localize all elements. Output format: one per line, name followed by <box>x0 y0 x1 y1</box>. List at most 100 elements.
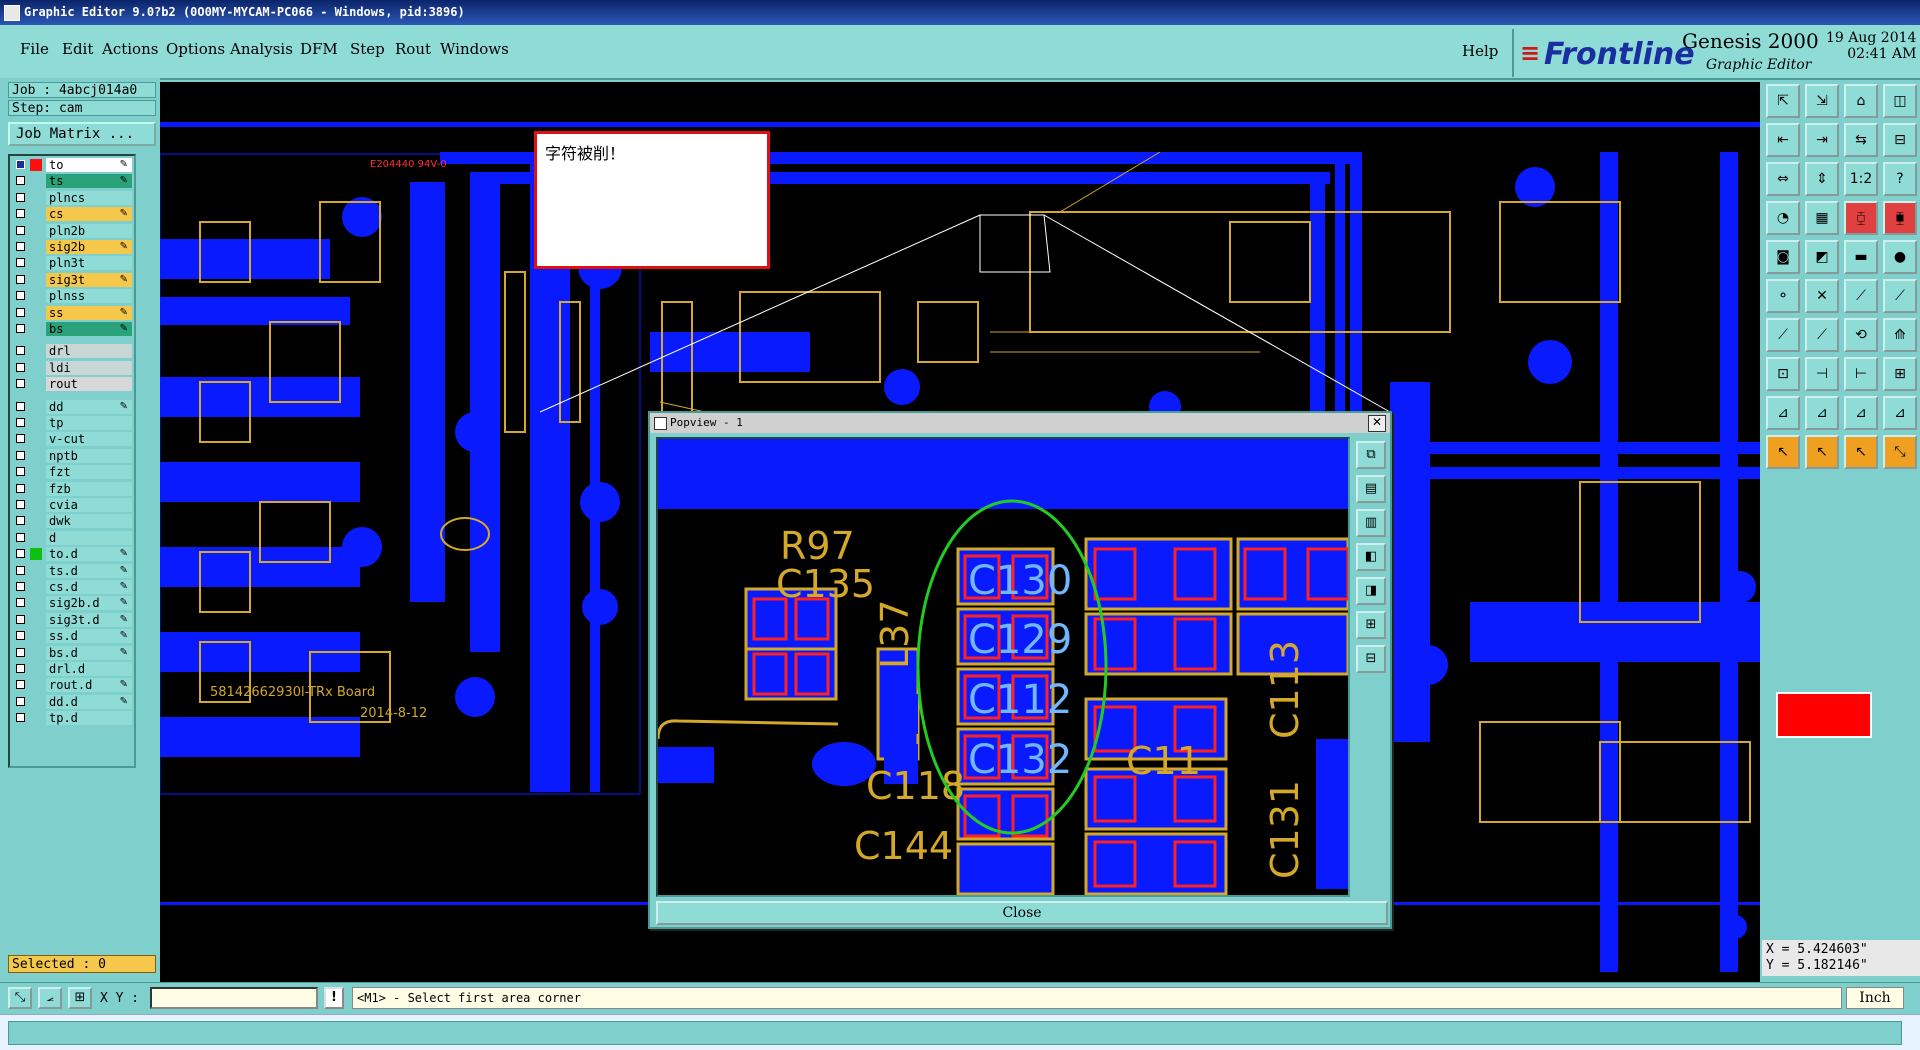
layer-row-dwk[interactable]: dwk <box>12 514 132 529</box>
menu-file[interactable]: File <box>20 40 49 58</box>
layer-checkbox[interactable] <box>16 647 25 657</box>
menu-edit[interactable]: Edit <box>62 40 93 58</box>
layer-checkbox[interactable] <box>16 434 25 444</box>
menu-windows[interactable]: Windows <box>440 40 509 58</box>
job-matrix-button[interactable]: Job Matrix ... <box>8 122 156 146</box>
popview-pan-right-icon[interactable]: ◨ <box>1356 577 1386 605</box>
popview-close-button[interactable]: Close <box>656 901 1388 925</box>
zoom-fit-icon[interactable]: ⇲ <box>1805 84 1839 118</box>
layer-row-ldi[interactable]: ldi <box>12 360 132 375</box>
menu-analysis[interactable]: Analysis <box>230 40 293 58</box>
point-icon[interactable]: ⚬ <box>1766 279 1800 313</box>
scale-icon[interactable]: 1:2 <box>1844 162 1878 196</box>
layer-checkbox[interactable] <box>16 291 25 301</box>
layer-checkbox[interactable] <box>16 307 25 317</box>
layer-row-rout-d[interactable]: rout.d ✎ <box>12 678 132 693</box>
layer-checkbox[interactable] <box>16 242 25 251</box>
measure-icon[interactable]: ⦟ <box>38 987 62 1009</box>
layer-row-plnss[interactable]: plnss <box>12 289 132 304</box>
layer-checkbox[interactable] <box>16 582 25 591</box>
layer-row-ts[interactable]: ts ✎ <box>12 174 132 189</box>
union-icon[interactable]: ⊞ <box>1883 357 1917 391</box>
layer-checkbox[interactable] <box>16 565 25 575</box>
snap-b-icon[interactable]: ⧯ <box>1883 201 1917 235</box>
pad-icon[interactable]: ● <box>1883 240 1917 274</box>
layer-checkbox[interactable] <box>16 614 25 624</box>
layer-row-drl[interactable]: drl <box>12 344 132 359</box>
flip-h-icon[interactable]: ⇔ <box>1766 162 1800 196</box>
layer-checkbox[interactable] <box>16 450 25 460</box>
layer-row-sig3t-d[interactable]: sig3t.d ✎ <box>12 612 132 627</box>
select-box-icon[interactable]: ◩ <box>1805 240 1839 274</box>
triangle-c-icon[interactable]: ⊿ <box>1844 396 1878 430</box>
layer-checkbox[interactable] <box>16 467 25 477</box>
layer-row-cvia[interactable]: cvia <box>12 498 132 512</box>
menu-step[interactable]: Step <box>350 40 385 58</box>
layer-row-tp[interactable]: tp <box>12 416 132 430</box>
layer-checkbox[interactable] <box>16 209 25 219</box>
layer-checkbox[interactable] <box>16 362 25 372</box>
layer-row-to[interactable]: to ✎ <box>12 158 132 172</box>
layer-checkbox[interactable] <box>16 324 25 333</box>
layer-checkbox[interactable] <box>16 225 25 235</box>
layer-checkbox[interactable] <box>16 532 25 542</box>
layer-row-ss-d[interactable]: ss.d ✎ <box>12 629 132 644</box>
layer-row-to-d[interactable]: to.d ✎ <box>12 547 132 562</box>
select-d-icon[interactable]: ⤡ <box>1883 435 1917 469</box>
triangle-b-icon[interactable]: ⊿ <box>1805 396 1839 430</box>
popview-pan-down-icon[interactable]: ▥ <box>1356 509 1386 537</box>
popview-pan-left-icon[interactable]: ◧ <box>1356 543 1386 571</box>
layer-checkbox[interactable] <box>16 192 25 202</box>
layer-checkbox[interactable] <box>16 258 25 268</box>
swap-icon[interactable]: ⇆ <box>1844 123 1878 157</box>
menu-rout[interactable]: Rout <box>395 40 431 58</box>
popview-zoom-out-icon[interactable]: ⊟ <box>1356 645 1386 673</box>
layer-checkbox[interactable] <box>16 379 25 389</box>
pan-right-icon[interactable]: ⇥ <box>1805 123 1839 157</box>
menu-help[interactable]: Help <box>1462 42 1498 60</box>
layer-row-rout[interactable]: rout <box>12 377 132 392</box>
line-b-icon[interactable]: ⟋ <box>1883 279 1917 313</box>
layer-row-pln2b[interactable]: pln2b <box>12 223 132 238</box>
layer-checkbox[interactable] <box>16 418 25 427</box>
rotate-icon[interactable]: ⟲ <box>1844 318 1878 352</box>
triangle-a-icon[interactable]: ⊿ <box>1766 396 1800 430</box>
layer-checkbox[interactable] <box>16 598 25 608</box>
layer-row-bs-d[interactable]: bs.d ✎ <box>12 645 132 660</box>
popview-titlebar[interactable]: Popview - 1 <box>650 413 1390 433</box>
layer-checkbox[interactable] <box>16 274 25 284</box>
pan-left-icon[interactable]: ⇤ <box>1766 123 1800 157</box>
triangle-d-icon[interactable]: ⊿ <box>1883 396 1917 430</box>
layer-checkbox[interactable] <box>16 664 25 673</box>
layer-row-ss[interactable]: ss ✎ <box>12 305 132 320</box>
layer-row-fzt[interactable]: fzt <box>12 465 132 480</box>
layer-row-dd-d[interactable]: dd.d ✎ <box>12 694 132 709</box>
layer-checkbox[interactable] <box>16 401 25 411</box>
layer-checkbox[interactable] <box>16 631 25 641</box>
popview-zoom-in-icon[interactable]: ⊞ <box>1356 611 1386 639</box>
layer-row-fzb[interactable]: fzb <box>12 481 132 496</box>
menu-options[interactable]: Options <box>166 40 225 58</box>
layer-checkbox[interactable] <box>16 346 25 356</box>
layer-row-drl-d[interactable]: drl.d <box>12 662 132 676</box>
layer-checkbox[interactable] <box>16 549 25 559</box>
select-c-icon[interactable]: ↖ <box>1844 435 1878 469</box>
layer-checkbox[interactable] <box>16 696 25 706</box>
select-b-icon[interactable]: ↖ <box>1805 435 1839 469</box>
xy-input[interactable] <box>150 987 318 1009</box>
select-a-icon[interactable]: ↖ <box>1766 435 1800 469</box>
window-icon[interactable]: ◫ <box>1883 84 1917 118</box>
line-icon[interactable]: ▬ <box>1844 240 1878 274</box>
flip-v-icon[interactable]: ⇕ <box>1805 162 1839 196</box>
line-a-icon[interactable]: ⟋ <box>1844 279 1878 313</box>
layer-row-sig2b[interactable]: sig2b ✎ <box>12 240 132 254</box>
snap-icon[interactable]: ⤡ <box>8 987 32 1009</box>
popview-zoom-icon[interactable]: ⧉ <box>1356 441 1386 469</box>
layer-checkbox[interactable] <box>16 713 25 723</box>
zoom-home-icon[interactable]: ⇱ <box>1766 84 1800 118</box>
delete-icon[interactable]: ✕ <box>1805 279 1839 313</box>
box-icon[interactable]: ⊡ <box>1766 357 1800 391</box>
feature-info-icon[interactable]: ◙ <box>1766 240 1800 274</box>
layer-checkbox[interactable] <box>16 176 25 186</box>
menu-dfm[interactable]: DFM <box>300 40 338 58</box>
